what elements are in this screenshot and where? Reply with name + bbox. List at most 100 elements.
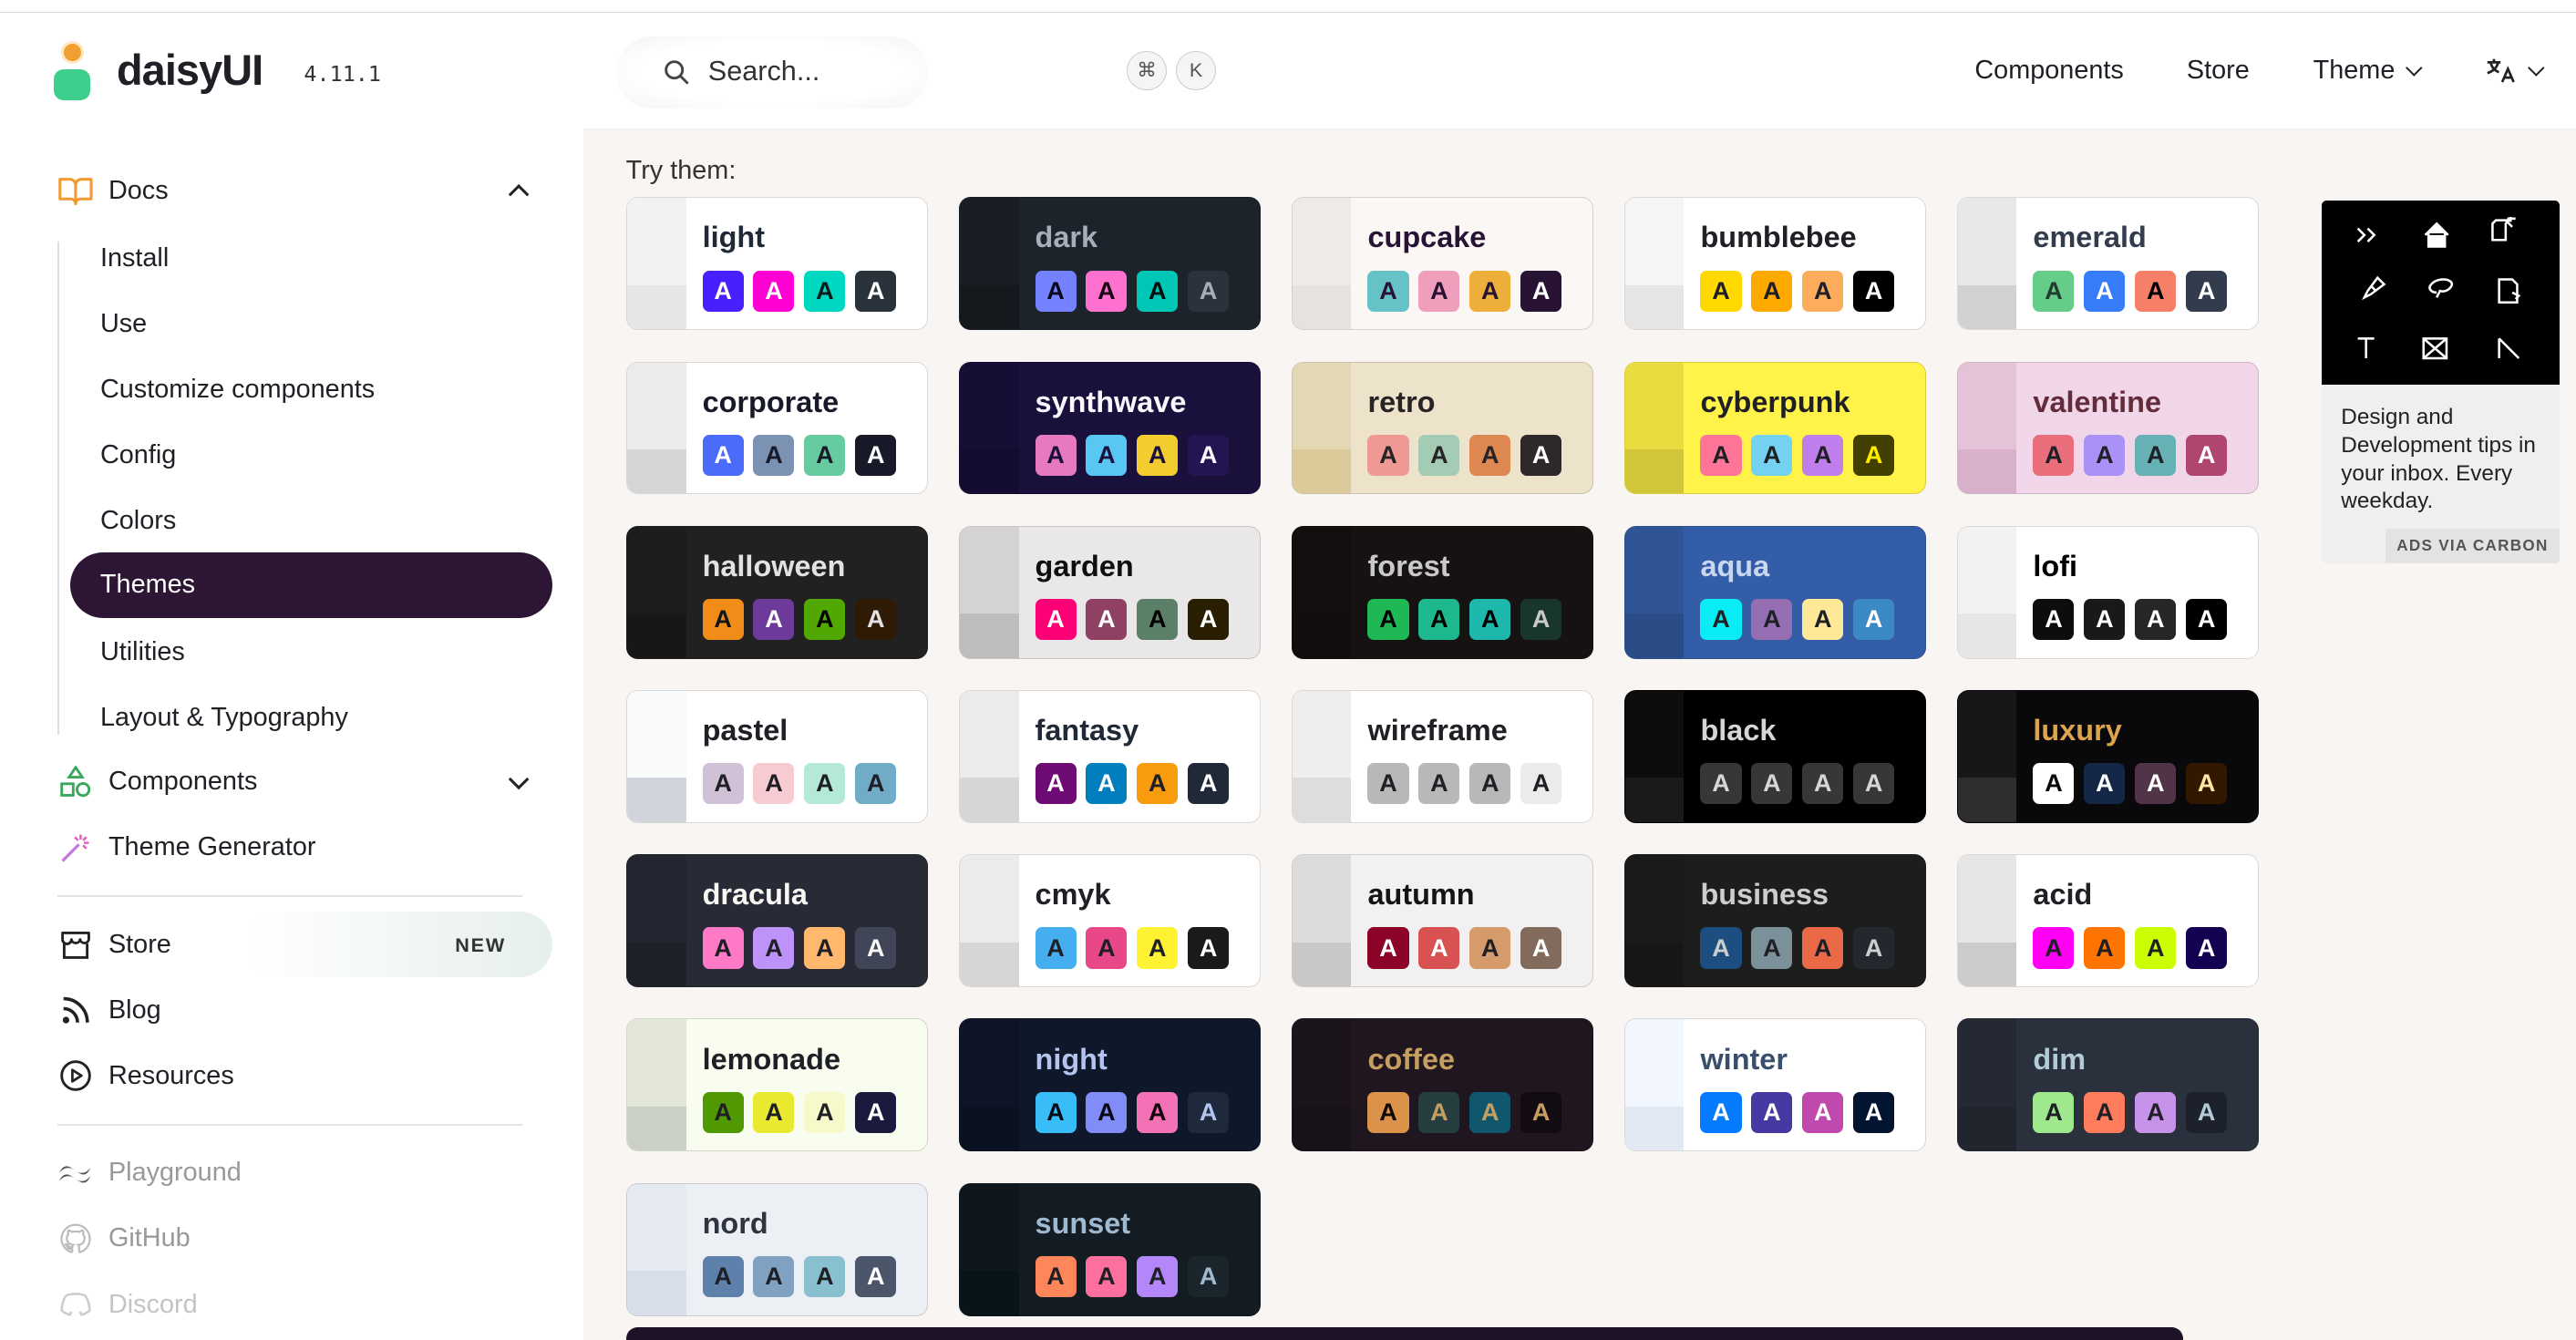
theme-card-pastel[interactable]: pastel A A A A <box>625 689 929 823</box>
theme-color-swatch: A <box>1188 1255 1230 1297</box>
sidebar-components[interactable]: Components <box>57 764 257 800</box>
sidebar-docs[interactable]: Docs <box>57 172 169 209</box>
discord-icon <box>57 1286 94 1323</box>
sidebar-github[interactable]: GitHub <box>57 1221 191 1257</box>
sidebar-theme-generator[interactable]: Theme Generator <box>57 830 315 866</box>
theme-color-swatch: A <box>2084 1091 2126 1133</box>
theme-card-luxury[interactable]: luxury A A A A <box>1956 689 2260 823</box>
theme-card-retro[interactable]: retro A A A A <box>1291 361 1594 495</box>
sidebar-item-layout-typography[interactable]: Layout & Typography <box>100 703 348 733</box>
sidebar-discord[interactable]: Discord <box>57 1286 198 1323</box>
ad-text[interactable]: Design and Development tips in your inbo… <box>2341 404 2546 516</box>
theme-card-acid[interactable]: acid A A A A <box>1956 854 2260 988</box>
brand-name[interactable]: daisyUI <box>117 46 263 95</box>
theme-base-swatch <box>626 1019 686 1107</box>
theme-color-swatch: A <box>1418 599 1460 641</box>
theme-card-business[interactable]: business A A A A <box>1623 854 1927 988</box>
version-label[interactable]: 4.11.1 <box>304 61 381 87</box>
theme-card-corporate[interactable]: corporate A A A A <box>625 361 929 495</box>
theme-card-wireframe[interactable]: wireframe A A A A <box>1291 689 1594 823</box>
theme-color-swatch: A <box>804 1255 846 1297</box>
sidebar-item-config[interactable]: Config <box>100 440 176 470</box>
carbon-ad[interactable]: Design and Development tips in your inbo… <box>2321 200 2560 564</box>
theme-base-swatch <box>1292 1019 1352 1107</box>
theme-card-dracula[interactable]: dracula A A A A <box>625 854 929 988</box>
theme-color-swatch: A <box>2033 763 2075 805</box>
theme-card-light[interactable]: light A A A A <box>625 197 929 331</box>
try-them-label: Try them: <box>625 156 737 186</box>
theme-base-swatch <box>1624 449 1685 494</box>
search-icon[interactable] <box>664 59 690 86</box>
ad-image[interactable] <box>2321 200 2560 385</box>
theme-card-lemonade[interactable]: lemonade A A A A <box>625 1018 929 1152</box>
sidebar-item-colors[interactable]: Colors <box>100 506 176 536</box>
sidebar-store[interactable]: Store <box>57 926 171 963</box>
theme-name: lofi <box>2033 549 2078 582</box>
theme-card-dark[interactable]: dark A A A A <box>958 197 1262 331</box>
theme-base-swatch <box>1957 855 2017 943</box>
theme-base-swatch <box>959 942 1019 987</box>
theme-card-coffee[interactable]: coffee A A A A <box>1291 1018 1594 1152</box>
sidebar-item-install[interactable]: Install <box>100 243 169 273</box>
header-store-link[interactable]: Store <box>2187 56 2250 86</box>
theme-color-swatch: A <box>1188 763 1230 805</box>
search-input[interactable]: Search... <box>708 56 820 88</box>
theme-color-swatch: A <box>1802 927 1844 969</box>
theme-card-halloween[interactable]: halloween A A A A <box>625 525 929 659</box>
theme-card-cyberpunk[interactable]: cyberpunk A A A A <box>1623 361 1927 495</box>
theme-card-nord[interactable]: nord A A A A <box>625 1182 929 1316</box>
sidebar-divider <box>57 895 523 898</box>
theme-color-swatch: A <box>702 1255 744 1297</box>
theme-name: halloween <box>702 549 846 582</box>
theme-color-swatch: A <box>1367 1091 1409 1133</box>
sidebar-resources[interactable]: Resources <box>57 1058 234 1095</box>
theme-card-night[interactable]: night A A A A <box>958 1018 1262 1152</box>
theme-base-swatch <box>1624 198 1685 285</box>
theme-color-swatch: A <box>2033 270 2075 312</box>
theme-color-swatch: A <box>1469 927 1511 969</box>
sidebar-playground[interactable]: Playground <box>57 1155 242 1191</box>
theme-color-swatch: A <box>1137 763 1179 805</box>
theme-base-swatch <box>1624 284 1685 330</box>
translate-icon[interactable] <box>2486 57 2515 84</box>
theme-color-swatch: A <box>753 763 795 805</box>
header-components-link[interactable]: Components <box>1974 56 2123 86</box>
theme-name: cmyk <box>1035 878 1111 912</box>
theme-color-swatch: A <box>1035 1091 1077 1133</box>
theme-card-emerald[interactable]: emerald A A A A <box>1956 197 2260 331</box>
sidebar-item-customize-components[interactable]: Customize components <box>100 375 375 405</box>
theme-card-synthwave[interactable]: synthwave A A A A <box>958 361 1262 495</box>
theme-card-cupcake[interactable]: cupcake A A A A <box>1291 197 1594 331</box>
theme-card-dim[interactable]: dim A A A A <box>1956 1018 2260 1152</box>
theme-base-swatch <box>1624 690 1685 778</box>
theme-color-swatch: A <box>1520 1091 1562 1133</box>
theme-base-swatch <box>626 1106 686 1151</box>
theme-card-black[interactable]: black A A A A <box>1623 689 1927 823</box>
sidebar-item-utilities[interactable]: Utilities <box>100 637 185 667</box>
theme-card-winter[interactable]: winter A A A A <box>1623 1018 1927 1152</box>
theme-card-valentine[interactable]: valentine A A A A <box>1956 361 2260 495</box>
theme-name: nord <box>702 1206 768 1240</box>
theme-base-swatch <box>1624 942 1685 987</box>
theme-dropdown[interactable]: Theme <box>2313 56 2396 86</box>
theme-card-sunset[interactable]: sunset A A A A <box>958 1182 1262 1316</box>
theme-card-bumblebee[interactable]: bumblebee A A A A <box>1623 197 1927 331</box>
sidebar-item-use[interactable]: Use <box>100 309 147 339</box>
sidebar-blog[interactable]: Blog <box>57 993 161 1029</box>
theme-color-swatch: A <box>2084 763 2126 805</box>
theme-card-aqua[interactable]: aqua A A A A <box>1623 525 1927 659</box>
daisyui-logo-icon[interactable] <box>54 41 91 100</box>
theme-color-swatch: A <box>1086 1255 1128 1297</box>
theme-card-garden[interactable]: garden A A A A <box>958 525 1262 659</box>
sidebar-item-themes[interactable]: Themes <box>70 551 552 618</box>
theme-color-swatch: A <box>2135 434 2177 476</box>
theme-card-cmyk[interactable]: cmyk A A A A <box>958 854 1262 988</box>
theme-card-autumn[interactable]: autumn A A A A <box>1291 854 1594 988</box>
bottom-banner <box>625 1327 2184 1340</box>
theme-base-swatch <box>959 855 1019 943</box>
theme-name: corporate <box>702 385 840 418</box>
theme-card-forest[interactable]: forest A A A A <box>1291 525 1594 659</box>
ads-via-carbon[interactable]: ADS VIA CARBON <box>2385 529 2560 564</box>
theme-card-fantasy[interactable]: fantasy A A A A <box>958 689 1262 823</box>
theme-card-lofi[interactable]: lofi A A A A <box>1956 525 2260 659</box>
